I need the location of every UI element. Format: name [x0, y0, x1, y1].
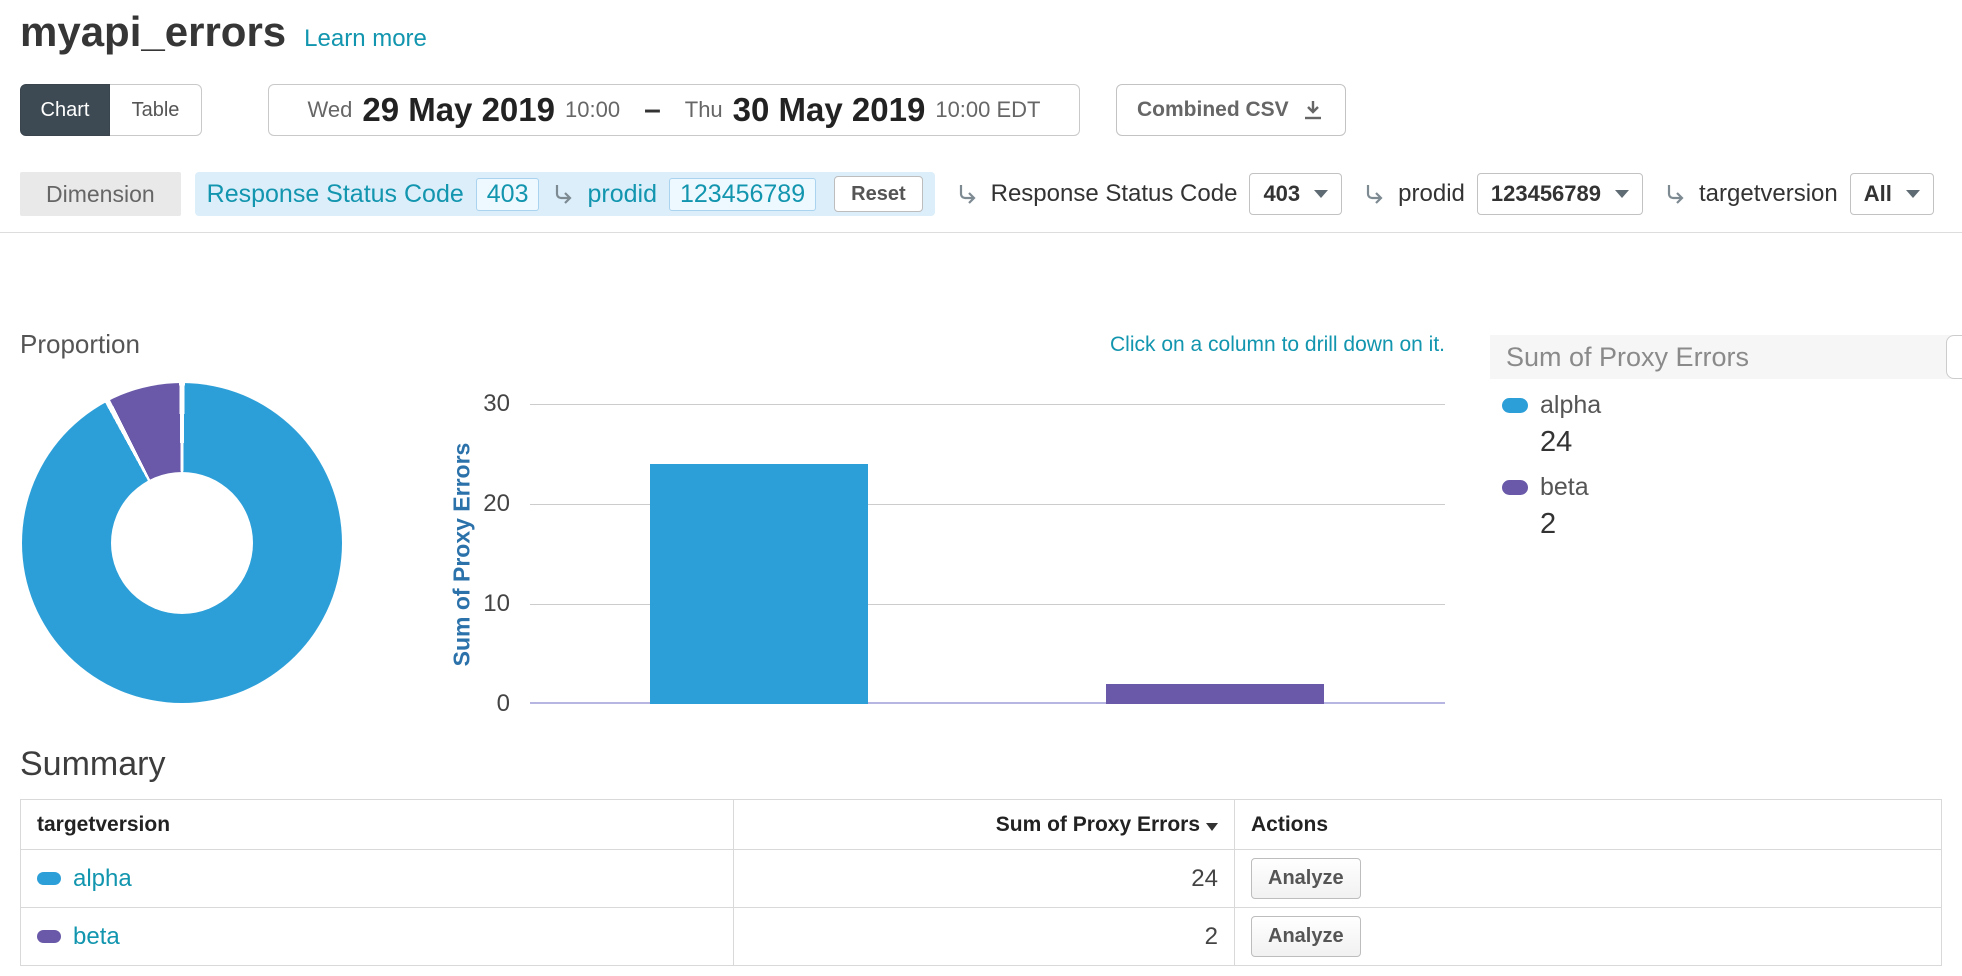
end-date: 30 May 2019	[733, 91, 926, 129]
column-header-targetversion[interactable]: targetversion	[21, 800, 734, 850]
y-axis-title: Sum of Proxy Errors	[449, 442, 476, 666]
drilldown-name: targetversion	[1699, 180, 1838, 208]
legend-value: 24	[1540, 426, 1601, 459]
start-day: Wed	[308, 97, 353, 123]
legend-item: beta	[1502, 473, 1601, 502]
summary-title: Summary	[20, 745, 1942, 785]
page-title: myapi_errors	[20, 8, 286, 56]
bar-column[interactable]	[650, 464, 868, 704]
chart-area: Proportion Click on a column to drill do…	[20, 233, 1942, 729]
chevron-down-icon	[1906, 190, 1920, 198]
start-date: 29 May 2019	[362, 91, 555, 129]
y-axis-tick: 10	[448, 590, 510, 618]
drilldown-arrow-icon	[955, 182, 979, 206]
legend-item: alpha	[1502, 391, 1601, 420]
breadcrumb-dimension-value[interactable]: 403	[476, 178, 540, 211]
drilldown-response-status-code: Response Status Code 403	[955, 173, 1343, 215]
breadcrumb-dimension-name[interactable]: prodid	[587, 180, 657, 209]
breadcrumb-dimension-name[interactable]: Response Status Code	[207, 180, 464, 209]
prodid-select[interactable]: 123456789	[1477, 173, 1643, 215]
selected-value: 123456789	[1491, 181, 1601, 207]
analyze-button[interactable]: Analyze	[1251, 916, 1361, 957]
gridline	[530, 404, 1445, 405]
combined-csv-label: Combined CSV	[1137, 98, 1289, 122]
selected-value: 403	[1263, 181, 1300, 207]
sum-of-proxy-errors-cell: 24	[734, 850, 1235, 908]
legend-label: alpha	[1540, 391, 1601, 420]
drilldown-arrow-icon	[1663, 182, 1687, 206]
header: myapi_errors Learn more	[20, 0, 1942, 56]
series-swatch	[37, 930, 61, 943]
table-row: alpha 24 Analyze	[21, 850, 1942, 908]
column-header-sum-of-proxy-errors[interactable]: Sum of Proxy Errors	[734, 800, 1235, 850]
combined-csv-button[interactable]: Combined CSV	[1116, 84, 1346, 136]
learn-more-link[interactable]: Learn more	[304, 25, 427, 53]
end-day: Thu	[685, 97, 723, 123]
download-icon	[1301, 98, 1325, 122]
donut-chart[interactable]	[22, 383, 342, 703]
date-range-picker[interactable]: Wed 29 May 2019 10:00 – Thu 30 May 2019 …	[268, 84, 1080, 136]
table-header-row: targetversion Sum of Proxy Errors Action…	[21, 800, 1942, 850]
dimension-bar: Dimension Response Status Code 403 prodi…	[20, 172, 1942, 216]
y-axis-tick: 0	[448, 690, 510, 718]
column-header-actions: Actions	[1235, 800, 1942, 850]
breadcrumb-dimension-value[interactable]: 123456789	[669, 178, 816, 211]
drilldown-prodid: prodid 123456789	[1362, 173, 1643, 215]
drilldown-arrow-icon	[1362, 182, 1386, 206]
legend: alpha 24 beta 2	[1502, 391, 1601, 555]
selected-value: All	[1864, 181, 1892, 207]
series-swatch	[37, 872, 61, 885]
panel-collapse-button[interactable]	[1946, 335, 1962, 379]
chevron-down-icon	[1615, 190, 1629, 198]
table-view-button[interactable]: Table	[110, 84, 202, 136]
filter-breadcrumb: Response Status Code 403 prodid 12345678…	[195, 172, 935, 216]
legend-value: 2	[1540, 508, 1601, 541]
proportion-title: Proportion	[20, 329, 140, 360]
drilldown-name: prodid	[1398, 180, 1465, 208]
drill-hint: Click on a column to drill down on it.	[1110, 333, 1445, 357]
response-status-code-select[interactable]: 403	[1249, 173, 1342, 215]
chart-view-button[interactable]: Chart	[20, 84, 110, 136]
targetversion-select[interactable]: All	[1850, 173, 1934, 215]
bar-column[interactable]	[1106, 684, 1324, 704]
analyze-button[interactable]: Analyze	[1251, 858, 1361, 899]
sort-descending-icon	[1206, 823, 1218, 831]
drilldown-name: Response Status Code	[991, 180, 1238, 208]
y-axis-tick: 20	[448, 490, 510, 518]
legend-label: beta	[1540, 473, 1589, 502]
date-range-separator: –	[644, 93, 661, 127]
report-page: myapi_errors Learn more Chart Table Wed …	[0, 0, 1962, 976]
chevron-down-icon	[1314, 190, 1328, 198]
summary-table: targetversion Sum of Proxy Errors Action…	[20, 799, 1942, 966]
reset-button[interactable]: Reset	[834, 176, 922, 212]
toolbar: Chart Table Wed 29 May 2019 10:00 – Thu …	[20, 84, 1942, 136]
legend-swatch	[1502, 480, 1528, 495]
drilldown-arrow-icon	[551, 182, 575, 206]
y-axis-title-wrap: Sum of Proxy Errors	[440, 404, 484, 704]
y-axis-tick: 30	[448, 390, 510, 418]
dimension-label: Dimension	[20, 172, 181, 216]
legend-swatch	[1502, 398, 1528, 413]
sum-of-proxy-errors-cell: 2	[734, 908, 1235, 966]
start-time: 10:00	[565, 97, 620, 123]
bar-chart-plot	[530, 404, 1445, 704]
targetversion-link[interactable]: alpha	[37, 865, 717, 893]
targetversion-link[interactable]: beta	[37, 923, 717, 951]
drilldown-targetversion: targetversion All	[1663, 173, 1934, 215]
view-toggle: Chart Table	[20, 84, 202, 136]
table-row: beta 2 Analyze	[21, 908, 1942, 966]
legend-panel-title: Sum of Proxy Errors	[1490, 335, 1952, 379]
end-time: 10:00 EDT	[935, 97, 1040, 123]
